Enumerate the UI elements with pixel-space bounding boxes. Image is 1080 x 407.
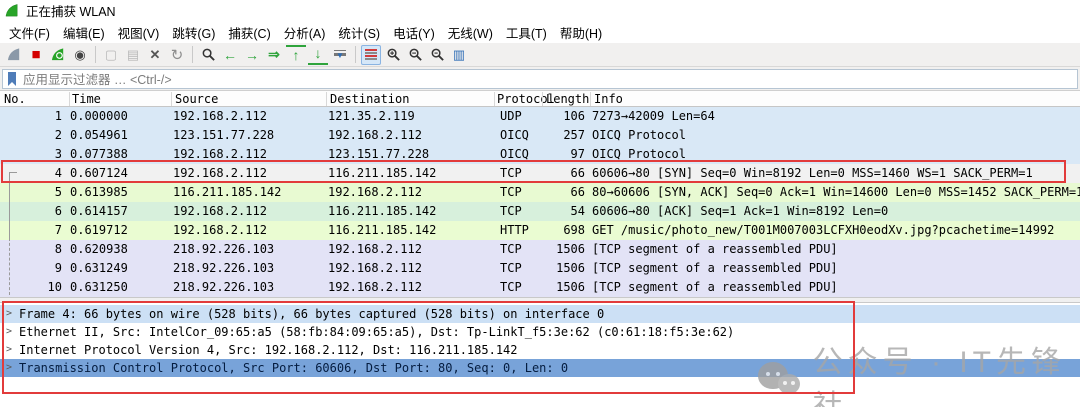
packet-row-3[interactable]: 30.077388192.168.2.112123.151.77.228OICQ… bbox=[0, 145, 1080, 164]
detail-frame-line[interactable]: > Frame 4: 66 bytes on wire (528 bits), … bbox=[0, 305, 1080, 323]
menu-go[interactable]: 跳转(G) bbox=[172, 23, 215, 42]
resize-columns-icon[interactable]: ▥ bbox=[449, 45, 469, 65]
packet-row-8[interactable]: 80.620938218.92.226.103192.168.2.112TCP1… bbox=[0, 240, 1080, 259]
menu-telephony[interactable]: 电话(Y) bbox=[393, 23, 435, 42]
col-source[interactable]: Source bbox=[175, 91, 218, 107]
packet-row-10[interactable]: 100.631250218.92.226.103192.168.2.112TCP… bbox=[0, 278, 1080, 297]
column-divider[interactable] bbox=[494, 92, 495, 106]
reload-icon[interactable]: ↻ bbox=[167, 45, 187, 65]
column-divider[interactable] bbox=[590, 92, 591, 106]
display-filter-input[interactable]: 应用显示过滤器 … <Ctrl-/> bbox=[2, 69, 1078, 89]
chevron-right-icon[interactable]: > bbox=[6, 341, 12, 359]
col-destination[interactable]: Destination bbox=[330, 91, 409, 107]
window-title: 正在捕获 WLAN bbox=[26, 1, 116, 20]
packet-row-9[interactable]: 90.631249218.92.226.103192.168.2.112TCP1… bbox=[0, 259, 1080, 278]
bookmark-icon[interactable] bbox=[6, 71, 18, 87]
main-toolbar: ■ ◉ ▢ ▤ ✕ ↻ ← → ⇒ ↑ ↓ ▼ bbox=[0, 43, 1080, 67]
zoom-normal-icon[interactable] bbox=[427, 45, 447, 65]
zoom-out-icon[interactable] bbox=[405, 45, 425, 65]
menu-bar: 文件(F) 编辑(E) 视图(V) 跳转(G) 捕获(C) 分析(A) 统计(S… bbox=[0, 21, 1080, 43]
packet-row-5[interactable]: 50.613985116.211.185.142192.168.2.112TCP… bbox=[0, 183, 1080, 202]
start-capture-icon[interactable] bbox=[4, 45, 24, 65]
save-file-icon[interactable]: ▤ bbox=[123, 45, 143, 65]
find-packet-icon[interactable] bbox=[198, 45, 218, 65]
go-to-packet-icon[interactable]: ⇒ bbox=[264, 45, 284, 65]
col-time[interactable]: Time bbox=[72, 91, 101, 107]
menu-view[interactable]: 视图(V) bbox=[118, 23, 160, 42]
close-file-icon[interactable]: ✕ bbox=[145, 45, 165, 65]
packet-row-6[interactable]: 60.614157192.168.2.112116.211.185.142TCP… bbox=[0, 202, 1080, 221]
filter-bar: 应用显示过滤器 … <Ctrl-/> bbox=[0, 67, 1080, 91]
packet-row-4-selected[interactable]: 40.607124192.168.2.112116.211.185.142TCP… bbox=[0, 164, 1080, 183]
related-packets-dashed-line bbox=[9, 238, 10, 295]
title-bar: 正在捕获 WLAN bbox=[0, 0, 1080, 21]
toolbar-separator bbox=[192, 46, 193, 63]
go-last-packet-icon[interactable]: ↓ bbox=[308, 45, 328, 65]
open-file-icon[interactable]: ▢ bbox=[101, 45, 121, 65]
wireshark-logo-icon bbox=[5, 3, 20, 18]
column-divider[interactable] bbox=[326, 92, 327, 106]
conversation-line bbox=[9, 172, 10, 238]
column-divider[interactable] bbox=[171, 92, 172, 106]
toolbar-separator bbox=[355, 46, 356, 63]
capture-options-icon[interactable]: ◉ bbox=[70, 45, 90, 65]
menu-help[interactable]: 帮助(H) bbox=[560, 23, 602, 42]
menu-statistics[interactable]: 统计(S) bbox=[338, 23, 380, 42]
packet-row-7[interactable]: 70.619712192.168.2.112116.211.185.142HTT… bbox=[0, 221, 1080, 240]
go-back-icon[interactable]: ← bbox=[220, 45, 240, 65]
column-divider[interactable] bbox=[69, 92, 70, 106]
menu-capture[interactable]: 捕获(C) bbox=[228, 23, 270, 42]
packet-list-header: No. Time Source Destination Protocol Len… bbox=[0, 91, 1080, 107]
packet-row-2[interactable]: 20.054961123.151.77.228192.168.2.112OICQ… bbox=[0, 126, 1080, 145]
packet-row-1[interactable]: 10.000000192.168.2.112121.35.2.119UDP106… bbox=[0, 107, 1080, 126]
packet-list: 10.000000192.168.2.112121.35.2.119UDP106… bbox=[0, 107, 1080, 297]
chevron-right-icon[interactable]: > bbox=[6, 323, 12, 341]
filter-placeholder: 应用显示过滤器 … <Ctrl-/> bbox=[23, 69, 172, 88]
col-length[interactable]: Length bbox=[546, 91, 589, 107]
column-divider[interactable] bbox=[542, 92, 543, 106]
col-no[interactable]: No. bbox=[4, 91, 26, 107]
colorize-packets-icon[interactable] bbox=[361, 45, 381, 65]
menu-tools[interactable]: 工具(T) bbox=[506, 23, 547, 42]
col-info[interactable]: Info bbox=[594, 91, 623, 107]
auto-scroll-icon[interactable]: ▼ bbox=[330, 45, 350, 65]
go-first-packet-icon[interactable]: ↑ bbox=[286, 45, 306, 65]
conversation-start-tick bbox=[9, 172, 17, 173]
menu-file[interactable]: 文件(F) bbox=[9, 23, 50, 42]
wireshark-window: 正在捕获 WLAN 文件(F) 编辑(E) 视图(V) 跳转(G) 捕获(C) … bbox=[0, 0, 1080, 407]
toolbar-separator bbox=[95, 46, 96, 63]
go-forward-icon[interactable]: → bbox=[242, 45, 262, 65]
restart-capture-icon[interactable] bbox=[48, 45, 68, 65]
stop-capture-icon[interactable]: ■ bbox=[26, 45, 46, 65]
menu-edit[interactable]: 编辑(E) bbox=[63, 23, 105, 42]
menu-analyze[interactable]: 分析(A) bbox=[284, 23, 326, 42]
zoom-in-icon[interactable] bbox=[383, 45, 403, 65]
watermark: 公众号 · IT先锋社 bbox=[756, 337, 1080, 407]
menu-wireless[interactable]: 无线(W) bbox=[448, 23, 493, 42]
watermark-text: 公众号 · IT先锋社 bbox=[813, 337, 1080, 407]
wechat-bubbles-icon bbox=[756, 358, 799, 404]
chevron-right-icon[interactable]: > bbox=[6, 359, 12, 377]
chevron-right-icon[interactable]: > bbox=[6, 305, 12, 323]
